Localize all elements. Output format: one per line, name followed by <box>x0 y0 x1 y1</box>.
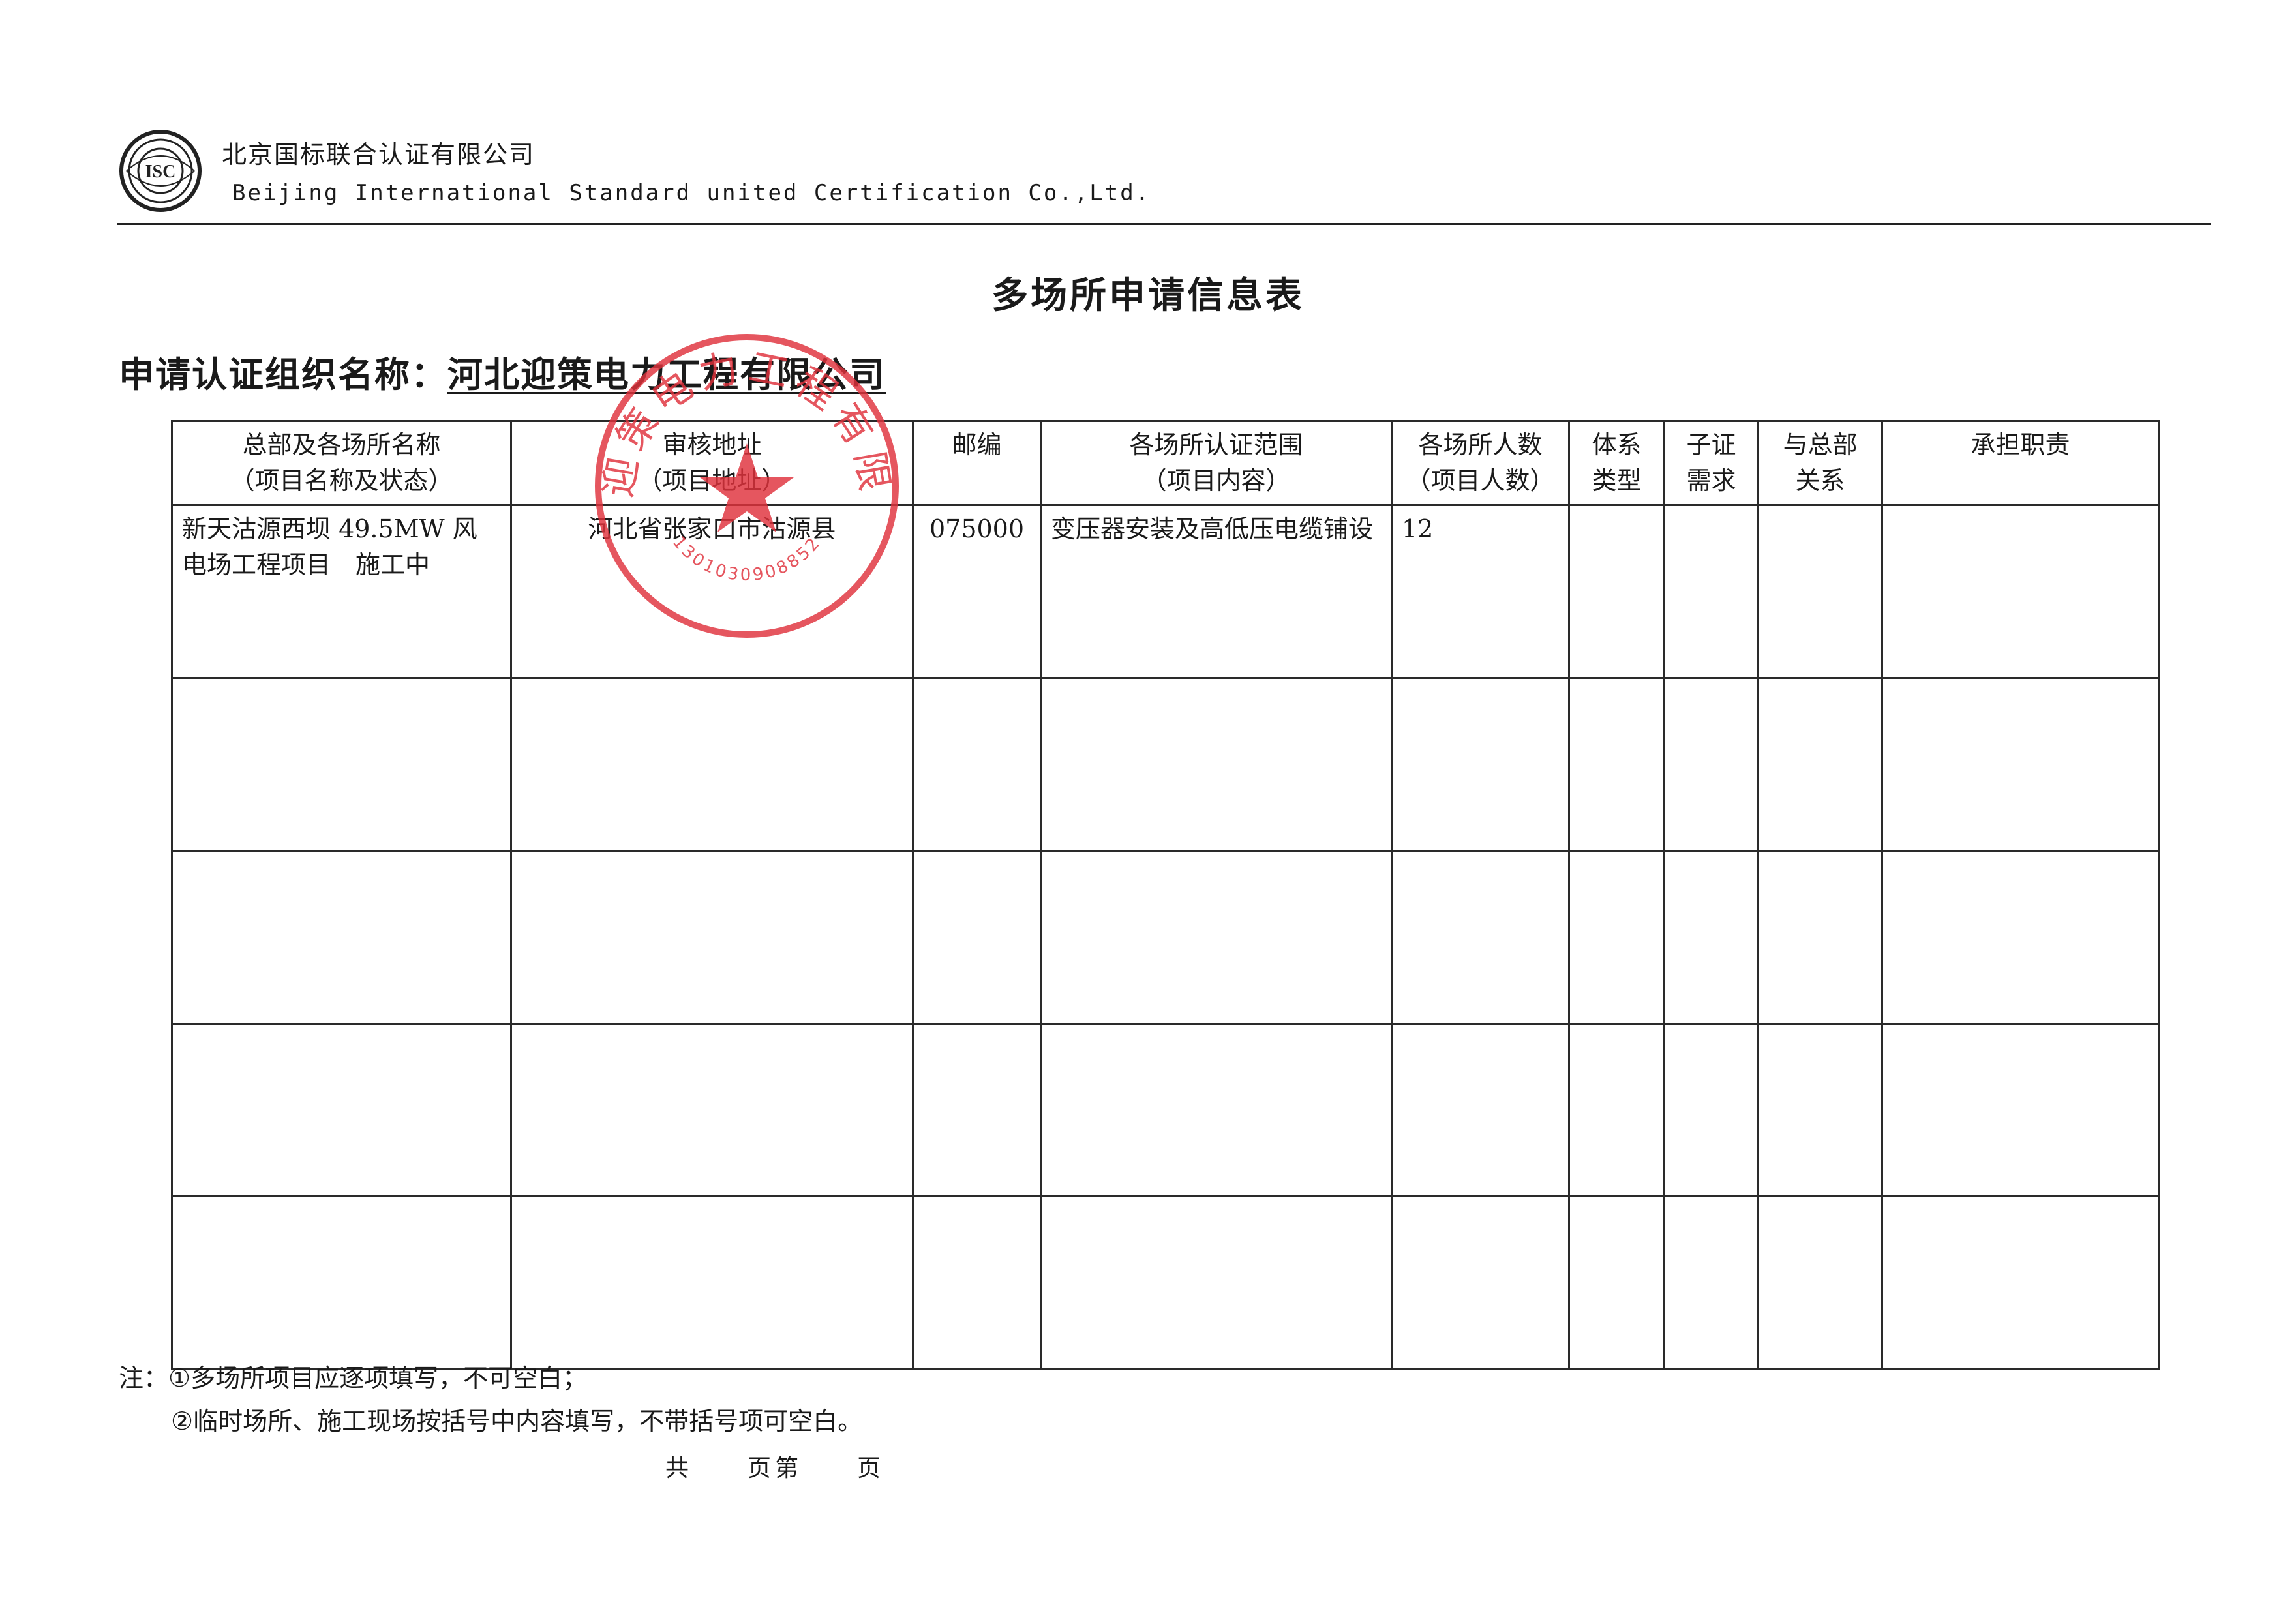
cell-postcode <box>912 677 1042 852</box>
cell-scope <box>1040 677 1393 852</box>
cell-relation <box>1757 677 1883 852</box>
cell-duties <box>1881 850 2160 1025</box>
cell-relation <box>1757 1195 1883 1371</box>
cell-system-type <box>1568 1195 1665 1371</box>
cell-audit-address: 河北省张家口市沽源县 <box>510 504 914 680</box>
cell-scope <box>1040 1023 1393 1198</box>
header-relation: 与总部 关系 <box>1757 419 1883 507</box>
logo-text: ISC <box>145 162 176 182</box>
company-name-cn: 北京国标联合认证有限公司 <box>222 140 536 169</box>
note-line-2: ②临时场所、施工现场按括号中内容填写，不带括号项可空白。 <box>171 1407 863 1435</box>
table-row: 新天沽源西坝 49.5MW 风电场工程项目 施工中 河北省张家口市沽源县 075… <box>171 504 2160 680</box>
multi-site-table: 总部及各场所名称 （项目名称及状态） 审核地址 （项目地址） 邮编 各场所认证范围（… <box>171 419 2160 1371</box>
cell-site-name: 新天沽源西坝 49.5MW 风电场工程项目 施工中 <box>171 504 512 680</box>
cell-audit-address <box>510 677 914 852</box>
company-name-en: Beijing International Standard united Ce… <box>232 180 1151 206</box>
cell-relation <box>1757 1023 1883 1198</box>
header-headcount: 各场所人数 （项目人数） <box>1391 419 1570 507</box>
header-site-name: 总部及各场所名称 （项目名称及状态） <box>171 419 512 507</box>
header-postcode: 邮编 <box>912 419 1042 507</box>
cell-sub-cert <box>1663 504 1759 680</box>
cell-sub-cert <box>1663 1023 1759 1198</box>
cell-system-type <box>1568 850 1665 1025</box>
header-divider <box>117 223 2211 225</box>
org-line: 申请认证组织名称：河北迎策电力工程有限公司 <box>119 346 886 397</box>
form-title: 多场所申请信息表 <box>991 275 1305 317</box>
isc-logo-icon: ISC <box>119 130 202 212</box>
cell-system-type <box>1568 677 1665 852</box>
header-duties: 承担职责 <box>1881 419 2160 507</box>
cell-postcode: 075000 <box>912 504 1042 680</box>
cell-relation <box>1757 850 1883 1025</box>
cell-relation <box>1757 504 1883 680</box>
cell-postcode <box>912 1195 1042 1371</box>
cell-headcount <box>1391 677 1570 852</box>
header-audit-address: 审核地址 （项目地址） <box>510 419 914 507</box>
cell-headcount <box>1391 850 1570 1025</box>
header-scope: 各场所认证范围 （项目内容） <box>1040 419 1393 507</box>
cell-audit-address <box>510 850 914 1025</box>
cell-system-type <box>1568 1023 1665 1198</box>
cell-system-type <box>1568 504 1665 680</box>
cell-duties <box>1881 504 2160 680</box>
cell-postcode <box>912 1023 1042 1198</box>
cell-sub-cert <box>1663 677 1759 852</box>
header-sub-cert: 子证 需求 <box>1663 419 1759 507</box>
page-number-footer: 共 页第 页 <box>665 1455 885 1482</box>
cell-scope: 变压器安装及高低压电缆铺设 <box>1040 504 1393 680</box>
cell-scope <box>1040 850 1393 1025</box>
cell-headcount <box>1391 1195 1570 1371</box>
cell-sub-cert <box>1663 1195 1759 1371</box>
cell-audit-address <box>510 1195 914 1371</box>
org-label: 申请认证组织名称： <box>119 354 447 395</box>
cell-headcount <box>1391 1023 1570 1198</box>
table-row <box>171 1195 2160 1371</box>
cell-sub-cert <box>1663 850 1759 1025</box>
cell-scope <box>1040 1195 1393 1371</box>
cell-duties <box>1881 1195 2160 1371</box>
note-line-1: 注：①多场所项目应逐项填写，不可空白； <box>119 1364 588 1392</box>
header-system-type: 体系 类型 <box>1568 419 1665 507</box>
cell-headcount: 12 <box>1391 504 1570 680</box>
cell-audit-address <box>510 1023 914 1198</box>
table-row <box>171 1023 2160 1198</box>
cell-postcode <box>912 850 1042 1025</box>
table-header-row: 总部及各场所名称 （项目名称及状态） 审核地址 （项目地址） 邮编 各场所认证范围（… <box>171 419 2160 507</box>
cell-site-name <box>171 677 512 852</box>
table-row <box>171 850 2160 1025</box>
cell-duties <box>1881 677 2160 852</box>
notes: 注：①多场所项目应逐项填写，不可空白； ②临时场所、施工现场按括号中内容填写，不… <box>119 1357 862 1443</box>
org-name: 河北迎策电力工程有限公司 <box>447 354 886 395</box>
cell-site-name <box>171 850 512 1025</box>
cell-duties <box>1881 1023 2160 1198</box>
cell-site-name <box>171 1195 512 1371</box>
table-row <box>171 677 2160 852</box>
cell-site-name <box>171 1023 512 1198</box>
